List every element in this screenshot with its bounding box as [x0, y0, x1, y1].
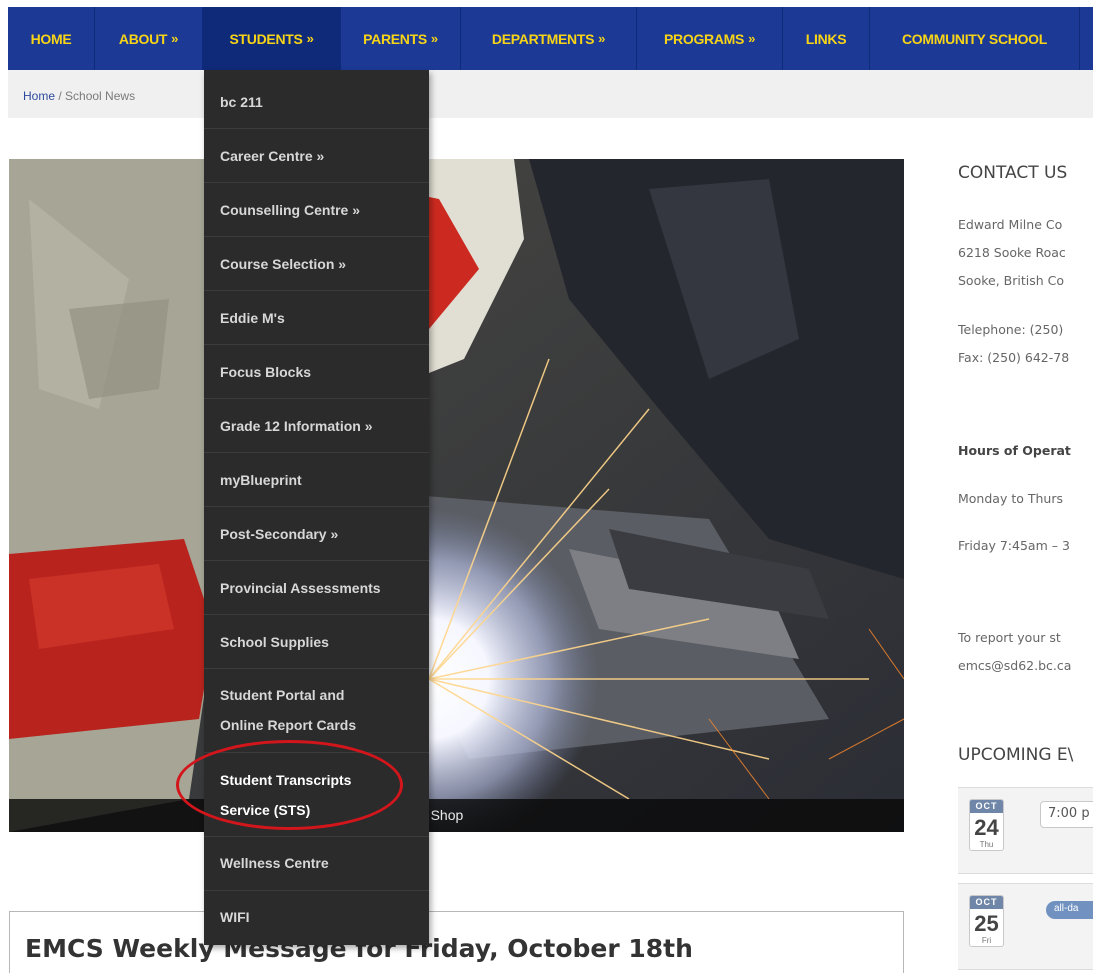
fax-number: Fax: (250) 642-78 — [958, 350, 1070, 365]
event-month: OCT — [970, 896, 1003, 909]
menu-item-student-transcripts-service[interactable]: Student Transcripts Service (STS) — [204, 753, 429, 837]
menu-item-label: Provincial Assessments — [220, 580, 381, 596]
nav-departments-arrow: » — [598, 31, 606, 46]
all-day-badge[interactable]: all-da — [1046, 901, 1093, 919]
menu-item-label: Post-Secondary » — [220, 526, 339, 542]
menu-item-myblueprint[interactable]: myBlueprint — [204, 453, 429, 507]
menu-item-label: Course Selection » — [220, 256, 347, 272]
menu-item-provincial-assessments[interactable]: Provincial Assessments — [204, 561, 429, 615]
menu-item-label: Student Transcripts — [220, 772, 352, 788]
phone-number: Telephone: (250) — [958, 322, 1064, 337]
contact-heading: CONTACT US — [958, 163, 1068, 183]
school-email-link[interactable]: emcs@sd62.bc.ca — [958, 658, 1071, 673]
menu-item-label: Career Centre » — [220, 148, 325, 164]
nav-departments-label: DEPARTMENTS — [491, 30, 595, 47]
menu-item-label-line2: Service (STS) — [220, 802, 311, 818]
nav-programs[interactable]: PROGRAMS» — [637, 7, 783, 70]
nav-programs-label: PROGRAMS — [664, 30, 745, 47]
menu-item-career-centre[interactable]: Career Centre » — [204, 129, 429, 183]
event-month: OCT — [970, 800, 1003, 813]
event-day: 25 — [974, 911, 999, 936]
breadcrumb-separator: / — [55, 89, 66, 103]
breadcrumb-current: School News — [65, 89, 136, 103]
menu-item-focus-blocks[interactable]: Focus Blocks — [204, 345, 429, 399]
menu-item-label: School Supplies — [220, 634, 329, 650]
event-weekday: Thu — [979, 840, 994, 849]
menu-item-label: bc 211 — [220, 94, 263, 110]
menu-item-grade-12-information[interactable]: Grade 12 Information » — [204, 399, 429, 453]
menu-item-student-portal[interactable]: Student Portal and Online Report Cards — [204, 669, 429, 753]
event-date-badge: OCT 25 Fri — [969, 895, 1004, 947]
nav-parents[interactable]: PARENTS» — [341, 7, 461, 70]
menu-item-wifi[interactable]: WIFI — [204, 891, 429, 945]
nav-links-label: LINKS — [805, 30, 847, 47]
hero-caption-bar: letal Shop — [9, 799, 904, 832]
hours-friday: Friday 7:45am – 3 — [958, 538, 1070, 553]
address-line-1: Edward Milne Co — [958, 217, 1063, 232]
hours-heading: Hours of Operat — [958, 443, 1071, 458]
nav-students[interactable]: STUDENTS» — [203, 7, 341, 70]
article-card: EMCS Weekly Message for Friday, October … — [9, 911, 904, 973]
menu-item-bc-211[interactable]: bc 211 — [204, 70, 429, 129]
menu-item-label: Grade 12 Information » — [220, 418, 373, 434]
nav-home[interactable]: HOME — [8, 7, 95, 70]
menu-item-label: Focus Blocks — [220, 364, 312, 380]
event-weekday: Fri — [981, 936, 992, 945]
hours-weekday: Monday to Thurs — [958, 491, 1063, 506]
nav-community-school-label: COMMUNITY SCHOOL — [901, 30, 1048, 47]
nav-departments[interactable]: DEPARTMENTS» — [461, 7, 637, 70]
menu-item-label: Counselling Centre » — [220, 202, 361, 218]
event-date-badge: OCT 24 Thu — [969, 799, 1004, 851]
nav-parents-label: PARENTS — [363, 30, 427, 47]
event-item[interactable]: OCT 25 Fri all-da — [958, 883, 1093, 970]
menu-item-course-selection[interactable]: Course Selection » — [204, 237, 429, 291]
menu-item-label: myBlueprint — [220, 472, 302, 488]
menu-item-eddie-ms[interactable]: Eddie M's — [204, 291, 429, 345]
event-time-link[interactable]: 7:00 p — [1040, 801, 1093, 828]
nav-about-arrow: » — [171, 31, 179, 46]
nav-links[interactable]: LINKS — [783, 7, 870, 70]
nav-parents-arrow: » — [430, 31, 438, 46]
main-navigation: HOME ABOUT» STUDENTS» PARENTS» DEPARTMEN… — [8, 7, 1093, 70]
menu-item-label: Wellness Centre — [220, 855, 329, 871]
upcoming-events-heading: UPCOMING E\ — [958, 745, 1074, 765]
nav-home-label: HOME — [30, 30, 72, 47]
nav-programs-arrow: » — [748, 31, 755, 46]
event-item[interactable]: OCT 24 Thu 7:00 p — [958, 787, 1093, 874]
menu-item-post-secondary[interactable]: Post-Secondary » — [204, 507, 429, 561]
address-line-2: 6218 Sooke Roac — [958, 245, 1066, 260]
breadcrumb: Home / School News — [8, 70, 1093, 118]
menu-item-counselling-centre[interactable]: Counselling Centre » — [204, 183, 429, 237]
menu-item-label: Student Portal and — [220, 687, 345, 703]
menu-item-label: Eddie M's — [220, 310, 285, 326]
report-absence-text: To report your st — [958, 630, 1061, 645]
nav-community-school[interactable]: COMMUNITY SCHOOL — [870, 7, 1080, 70]
menu-item-wellness-centre[interactable]: Wellness Centre — [204, 837, 429, 891]
address-line-3: Sooke, British Co — [958, 273, 1065, 288]
menu-item-label: WIFI — [220, 909, 250, 925]
menu-item-school-supplies[interactable]: School Supplies — [204, 615, 429, 669]
menu-item-label-line2: Online Report Cards — [220, 717, 357, 733]
hero-slideshow[interactable]: letal Shop — [9, 159, 904, 832]
welding-photo — [9, 159, 904, 832]
event-day: 24 — [974, 815, 999, 840]
breadcrumb-home-link[interactable]: Home — [23, 89, 55, 103]
nav-about-label: ABOUT — [118, 30, 168, 47]
nav-students-label: STUDENTS — [229, 30, 303, 47]
nav-students-arrow: » — [306, 31, 314, 46]
nav-about[interactable]: ABOUT» — [95, 7, 203, 70]
students-dropdown-menu: bc 211 Career Centre » Counselling Centr… — [204, 70, 429, 945]
